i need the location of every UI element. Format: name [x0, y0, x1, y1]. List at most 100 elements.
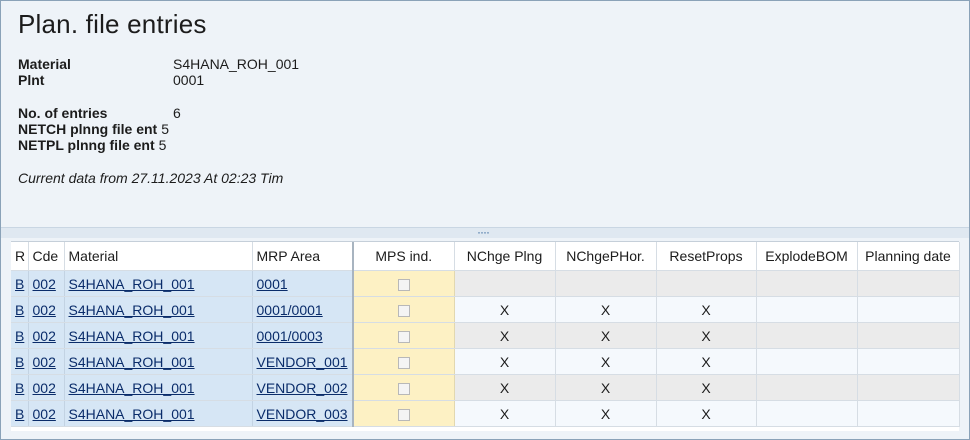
column-header-nchge-plng[interactable]: NChge Plng [454, 242, 556, 271]
column-header-nchge-phor[interactable]: NChgePHor. [555, 242, 657, 271]
cell-reset-props [656, 270, 757, 297]
mrp-area-link[interactable]: VENDOR_002 [257, 380, 348, 396]
cell-cde[interactable]: 002 [28, 348, 65, 375]
grip-icon: ···· [477, 225, 490, 239]
cell-material[interactable]: S4HANA_ROH_001 [64, 270, 253, 297]
cell-mps-ind [353, 400, 455, 427]
cde-link[interactable]: 002 [33, 302, 56, 318]
cell-r[interactable]: B [11, 348, 29, 375]
table-row[interactable]: B 002 S4HANA_ROH_001 VENDOR_002 X X X [11, 374, 960, 401]
plant-row: Plnt 0001 [18, 72, 204, 88]
window-frame: Plan. file entries Material S4HANA_ROH_00… [0, 0, 970, 440]
cell-cde[interactable]: 002 [28, 322, 65, 349]
cde-link[interactable]: 002 [33, 276, 56, 292]
mrp-area-link[interactable]: VENDOR_003 [257, 406, 348, 422]
r-link[interactable]: B [15, 276, 24, 292]
splitter-handle[interactable]: ···· [1, 225, 969, 239]
mps-checkbox [397, 382, 410, 395]
plant-value: 0001 [173, 72, 205, 88]
cell-cde[interactable]: 002 [28, 270, 65, 297]
cell-planning-date [857, 348, 960, 375]
cell-explode-bom [756, 270, 858, 297]
column-header-cde[interactable]: Cde [28, 242, 65, 271]
cell-nchge-plng: X [454, 400, 556, 427]
cell-material[interactable]: S4HANA_ROH_001 [64, 374, 253, 401]
cell-nchge-phor [555, 270, 657, 297]
entries-label: No. of entries [18, 105, 108, 121]
column-header-explode-bom[interactable]: ExplodeBOM [756, 242, 858, 271]
r-link[interactable]: B [15, 328, 24, 344]
r-link[interactable]: B [15, 354, 24, 370]
column-header-material[interactable]: Material [64, 242, 253, 271]
cell-cde[interactable]: 002 [28, 296, 65, 323]
cell-mrp-area[interactable]: VENDOR_003 [252, 400, 354, 427]
material-link[interactable]: S4HANA_ROH_001 [69, 276, 195, 292]
material-link[interactable]: S4HANA_ROH_001 [69, 380, 195, 396]
cell-planning-date [857, 270, 960, 297]
cde-link[interactable]: 002 [33, 328, 56, 344]
cell-nchge-phor: X [555, 348, 657, 375]
mrp-area-link[interactable]: 0001/0001 [257, 302, 323, 318]
cell-material[interactable]: S4HANA_ROH_001 [64, 400, 253, 427]
r-link[interactable]: B [15, 406, 24, 422]
r-link[interactable]: B [15, 380, 24, 396]
mrp-area-link[interactable]: 0001 [257, 276, 288, 292]
cde-link[interactable]: 002 [33, 406, 56, 422]
cell-cde[interactable]: 002 [28, 400, 65, 427]
table-row[interactable]: B 002 S4HANA_ROH_001 0001/0001 X X X [11, 296, 960, 323]
cell-explode-bom [756, 348, 858, 375]
material-row: Material S4HANA_ROH_001 [18, 56, 299, 72]
cell-planning-date [857, 322, 960, 349]
material-label: Material [18, 56, 71, 72]
cell-r[interactable]: B [11, 296, 29, 323]
mps-checkbox [397, 408, 410, 421]
cell-mps-ind [353, 322, 455, 349]
material-link[interactable]: S4HANA_ROH_001 [69, 328, 195, 344]
column-header-mrp-area[interactable]: MRP Area [252, 242, 354, 271]
cell-r[interactable]: B [11, 270, 29, 297]
material-link[interactable]: S4HANA_ROH_001 [69, 354, 195, 370]
cell-material[interactable]: S4HANA_ROH_001 [64, 296, 253, 323]
netpl-row: NETPL plnng file ent 5 [18, 137, 166, 153]
cell-r[interactable]: B [11, 322, 29, 349]
cell-reset-props: X [656, 322, 757, 349]
column-header-r[interactable]: R [11, 242, 29, 271]
cde-link[interactable]: 002 [33, 354, 56, 370]
cell-reset-props: X [656, 400, 757, 427]
cell-material[interactable]: S4HANA_ROH_001 [64, 348, 253, 375]
cell-r[interactable]: B [11, 374, 29, 401]
cell-mps-ind [353, 296, 455, 323]
cell-nchge-phor: X [555, 374, 657, 401]
table-row[interactable]: B 002 S4HANA_ROH_001 0001/0003 X X X [11, 322, 960, 349]
r-link[interactable]: B [15, 302, 24, 318]
netch-value: 5 [161, 121, 170, 137]
cell-nchge-plng: X [454, 322, 556, 349]
cell-mrp-area[interactable]: 0001 [252, 270, 354, 297]
material-link[interactable]: S4HANA_ROH_001 [69, 406, 195, 422]
mrp-area-link[interactable]: VENDOR_001 [257, 354, 348, 370]
cell-mrp-area[interactable]: VENDOR_001 [252, 348, 354, 375]
material-link[interactable]: S4HANA_ROH_001 [69, 302, 195, 318]
current-data-note: Current data from 27.11.2023 At 02:23 Ti… [18, 170, 284, 186]
table-row[interactable]: B 002 S4HANA_ROH_001 VENDOR_001 X X X [11, 348, 960, 375]
netpl-value: 5 [158, 137, 167, 153]
column-header-mps-ind[interactable]: MPS ind. [353, 242, 455, 271]
cell-mrp-area[interactable]: 0001/0003 [252, 322, 354, 349]
cell-mps-ind [353, 270, 455, 297]
cell-explode-bom [756, 322, 858, 349]
cell-cde[interactable]: 002 [28, 374, 65, 401]
cell-r[interactable]: B [11, 400, 29, 427]
table-row[interactable]: B 002 S4HANA_ROH_001 0001 [11, 270, 960, 297]
cde-link[interactable]: 002 [33, 380, 56, 396]
column-header-planning-date[interactable]: Planning date [857, 242, 960, 271]
column-header-reset-props[interactable]: ResetProps [656, 242, 757, 271]
cell-planning-date [857, 374, 960, 401]
cell-material[interactable]: S4HANA_ROH_001 [64, 322, 253, 349]
netpl-label: NETPL plnng file ent [18, 137, 155, 153]
table-header-row: R Cde Material MRP Area MPS ind. NChge P… [11, 242, 960, 271]
table-row[interactable]: B 002 S4HANA_ROH_001 VENDOR_003 X X X [11, 400, 960, 427]
cell-mrp-area[interactable]: VENDOR_002 [252, 374, 354, 401]
cell-mrp-area[interactable]: 0001/0001 [252, 296, 354, 323]
netch-label: NETCH plnng file ent [18, 121, 158, 137]
mrp-area-link[interactable]: 0001/0003 [257, 328, 323, 344]
